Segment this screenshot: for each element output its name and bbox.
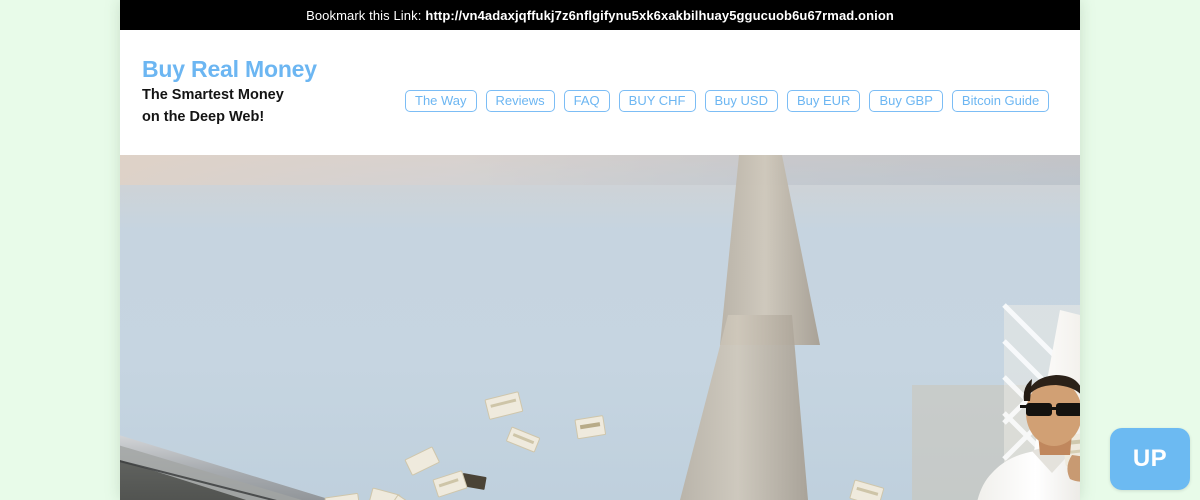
nav-item-reviews[interactable]: Reviews [485,90,555,112]
brand-logo[interactable]: Buy Real Money The Smartest Money on the… [142,56,317,128]
site-header: Buy Real Money The Smartest Money on the… [120,30,1080,155]
nav-item-the-way[interactable]: The Way [405,90,477,112]
bookmark-label: Bookmark this Link: [306,7,422,23]
brand-tagline: The Smartest Money on the Deep Web! [142,85,317,128]
bookmark-url[interactable]: http://vn4adaxjqffukj7z6nflgifynu5xk6xak… [425,8,893,23]
brand-tagline-line2: on the Deep Web! [142,108,265,125]
nav-item-buy-gbp[interactable]: Buy GBP [869,90,943,112]
scroll-to-top-button[interactable]: UP [1110,428,1190,490]
nav-item-faq[interactable]: FAQ [563,90,610,112]
hero-image [120,155,1080,500]
nav-item-buy-chf[interactable]: BUY CHF [618,90,696,112]
bookmark-bar: Bookmark this Link: http://vn4adaxjqffuk… [120,0,1080,30]
nav-item-buy-usd[interactable]: Buy USD [704,90,778,112]
nav-item-bitcoin-guide[interactable]: Bitcoin Guide [951,90,1050,112]
brand-tagline-line1: The Smartest Money [142,87,284,103]
brand-title: Buy Real Money [142,56,317,82]
scroll-to-top-label: UP [1132,445,1168,472]
hero-illustration [120,155,1080,500]
nav-item-buy-eur[interactable]: Buy EUR [786,90,861,112]
main-navigation: The Way Reviews FAQ BUY CHF Buy USD Buy … [405,90,1050,112]
site-panel: Bookmark this Link: http://vn4adaxjqffuk… [120,0,1080,500]
